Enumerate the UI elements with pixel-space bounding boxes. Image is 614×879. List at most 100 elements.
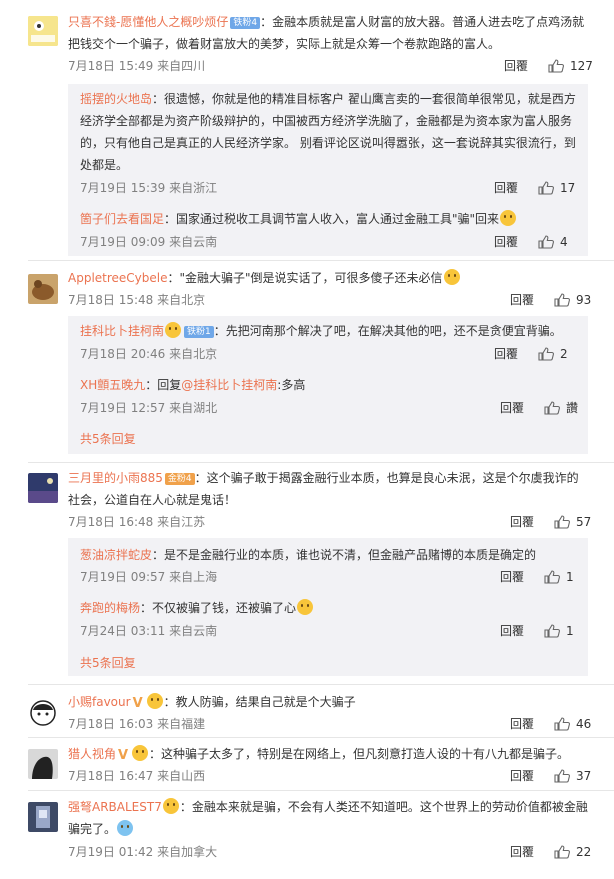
like-button[interactable]: 93 <box>554 292 591 308</box>
reply-button[interactable]: 回覆 <box>504 58 528 74</box>
verified-icon: V <box>118 748 129 763</box>
fan-badge: 铁粉4 <box>230 17 261 29</box>
reply-text: 葱油凉拌蛇皮：是不是金融行业的本质，谁也说不清，但金融产品赌博的本质是确定的 <box>80 544 576 566</box>
divider <box>28 737 614 738</box>
like-count: 4 <box>560 235 568 249</box>
like-count: 127 <box>570 59 593 73</box>
emoji-icon <box>132 745 149 761</box>
reply-button[interactable]: 回覆 <box>500 400 524 416</box>
emoji-icon <box>117 820 134 836</box>
thumbs-up-icon <box>544 401 560 415</box>
username-link[interactable]: 只喜不錢-愿懂他人之概吵烦仔 <box>68 15 228 29</box>
thumbs-up-icon <box>554 293 570 307</box>
like-count: 46 <box>576 717 592 731</box>
like-button[interactable]: 2 <box>538 346 568 362</box>
divider <box>28 790 614 791</box>
reply-content: ：是不是金融行业的本质，谁也说不清，但金融产品赌博的本质是确定的 <box>152 548 537 562</box>
comment-text: 三月里的小雨885 金粉4 ：这个骗子敢于揭露金融行业本质，也算是良心未泯，这是个尔… <box>68 467 588 511</box>
divider <box>28 462 614 463</box>
reply-button[interactable]: 回覆 <box>510 844 534 860</box>
thumbs-up-icon <box>538 181 554 195</box>
username-link[interactable]: 摇摆的火地岛 <box>80 92 152 106</box>
like-button[interactable]: 讚 <box>544 400 578 416</box>
reply-content: ：不仅被骗了钱，还被骗了心 <box>140 601 297 615</box>
like-count: 1 <box>566 570 574 584</box>
reply-button[interactable]: 回覆 <box>510 292 534 308</box>
avatar[interactable] <box>28 473 58 503</box>
reply-button[interactable]: 回覆 <box>510 768 534 784</box>
reply-button[interactable]: 回覆 <box>500 569 524 585</box>
like-count: 93 <box>576 293 592 307</box>
reply-button[interactable]: 回覆 <box>500 623 524 639</box>
reply-section: 葱油凉拌蛇皮：是不是金融行业的本质，谁也说不清，但金融产品赌博的本质是确定的 7… <box>68 538 588 676</box>
reply-button[interactable]: 回覆 <box>494 346 518 362</box>
reply-label: 回覆 <box>500 401 525 415</box>
reply-button[interactable]: 回覆 <box>510 716 534 732</box>
reply-content: :多高 <box>277 378 306 392</box>
fan-badge: 铁粉1 <box>184 326 214 338</box>
like-button[interactable]: 22 <box>554 844 591 860</box>
thumbs-up-icon <box>544 570 560 584</box>
like-count: 17 <box>560 181 576 195</box>
more-replies-link[interactable]: 共5条回复 <box>80 431 136 447</box>
username-link[interactable]: 奔跑的梅杨 <box>80 601 140 615</box>
reply-label: 回覆 <box>510 515 535 529</box>
comment-text: 强弩ARBALEST7 ：金融本来就是骗，不会有人类还不知道吧。这个世界上的劳动价… <box>68 796 588 840</box>
username-link[interactable]: 箇子们去看国足 <box>80 212 164 226</box>
username-link[interactable]: 葱油凉拌蛇皮 <box>80 548 152 562</box>
reply-prefix: ：回复 <box>145 378 182 392</box>
username-link[interactable]: 三月里的小雨885 <box>68 471 163 485</box>
username-link[interactable]: 强弩ARBALEST7 <box>68 800 162 814</box>
comment-content: ：教人防骗，结果自己就是个大骗子 <box>163 695 356 709</box>
reply-label: 回覆 <box>510 717 535 731</box>
thumbs-up-icon <box>544 624 560 638</box>
comment-text: AppletreeCybele："金融大骗子"倒是说实话了，可很多傻子还未必信 <box>68 267 588 289</box>
thumbs-up-icon <box>554 845 570 859</box>
reply-text: XH顫五晚九：回复@挂科比卜挂柯南:多高 <box>80 374 576 396</box>
reply-section: 挂科比卜挂柯南 铁粉1 ：先把河南那个解决了吧，在解决其他的吧，还不是贪便宜背骗。 … <box>68 316 588 454</box>
comment-meta: 7月19日 01:42 来自加拿大 <box>68 845 218 859</box>
thumbs-up-icon <box>538 347 554 361</box>
like-button[interactable]: 57 <box>554 514 591 530</box>
username-link[interactable]: AppletreeCybele <box>68 271 168 285</box>
username-link[interactable]: 小赐favour <box>68 695 131 709</box>
reply-label: 回覆 <box>510 769 535 783</box>
comment-text: 猎人视角 V ：这种骗子太多了，特别是在网络上，但凡刻意打造人设的十有八九都是骗子。 <box>68 743 588 765</box>
like-button[interactable]: 46 <box>554 716 591 732</box>
like-button[interactable]: 1 <box>544 623 574 639</box>
reply-button[interactable]: 回覆 <box>494 180 518 196</box>
like-count: 37 <box>576 769 592 783</box>
comment-content: ："金融大骗子"倒是说实话了，可很多傻子还未必信 <box>167 271 443 285</box>
thumbs-up-icon <box>538 235 554 249</box>
thumbs-up-icon <box>548 59 564 73</box>
reply-content: ：先把河南那个解决了吧，在解决其他的吧，还不是贪便宜背骗。 <box>213 324 562 338</box>
like-button[interactable]: 1 <box>544 569 574 585</box>
reply-button[interactable]: 回覆 <box>510 514 534 530</box>
like-button[interactable]: 4 <box>538 234 568 250</box>
like-label: 讚 <box>566 401 579 415</box>
reply-button[interactable]: 回覆 <box>494 234 518 250</box>
more-replies-link[interactable]: 共5条回复 <box>80 655 136 671</box>
like-button[interactable]: 37 <box>554 768 591 784</box>
reply-label: 回覆 <box>510 845 535 859</box>
reply-meta: 7月24日 03:11 来自云南 <box>80 624 218 638</box>
like-button[interactable]: 17 <box>538 180 575 196</box>
divider <box>28 684 614 685</box>
avatar[interactable] <box>28 274 58 304</box>
reply-section: 摇摆的火地岛：很遗憾，你就是他的精准目标客户 翟山鹰言卖的一套很简单很常见，就是… <box>68 84 588 256</box>
thumbs-up-icon <box>554 717 570 731</box>
emoji-icon <box>146 693 163 709</box>
like-count: 22 <box>576 845 592 859</box>
avatar[interactable] <box>28 698 58 728</box>
avatar[interactable] <box>28 802 58 832</box>
reply-content: ：很遗憾，你就是他的精准目标客户 翟山鹰言卖的一套很简单很常见，就是西方经济学全… <box>80 92 576 172</box>
mention-link[interactable]: @挂科比卜挂柯南 <box>181 378 277 392</box>
username-link[interactable]: 挂科比卜挂柯南 <box>80 324 164 338</box>
emoji-icon <box>297 599 314 615</box>
avatar[interactable] <box>28 16 58 46</box>
username-link[interactable]: 猎人视角 <box>68 747 116 761</box>
avatar[interactable] <box>28 749 58 779</box>
username-link[interactable]: XH顫五晚九 <box>80 378 145 392</box>
like-button[interactable]: 127 <box>548 58 593 74</box>
reply-meta: 7月19日 12:57 来自湖北 <box>80 401 218 415</box>
